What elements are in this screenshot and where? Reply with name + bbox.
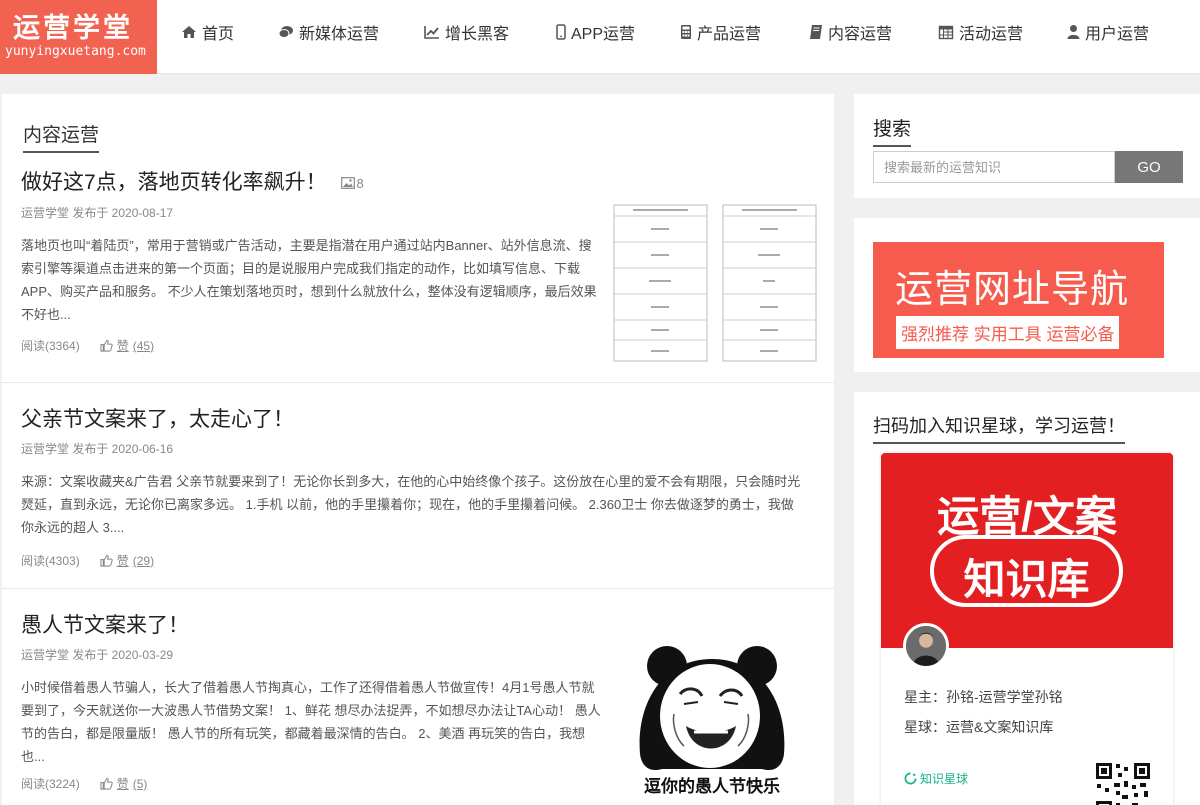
image-count-badge: 8 — [341, 176, 364, 191]
site-header: 运营学堂 yunyingxuetang.com 首页 新媒体运营 增长黑客 AP… — [0, 0, 1200, 74]
like-button[interactable]: 赞 (29) — [100, 552, 154, 569]
logo-text: 运营学堂 — [13, 6, 133, 45]
thumbs-up-icon — [100, 777, 113, 790]
banner-title: 运营网址导航 — [895, 258, 1129, 313]
like-button[interactable]: 赞 (5) — [100, 775, 148, 792]
user-icon — [1067, 24, 1080, 40]
post-excerpt: 小时候借着愚人节骗人，长大了借着愚人节掏真心，工作了还得借着愚人节做宣传！4月1… — [21, 676, 601, 768]
image-icon — [341, 177, 355, 189]
home-icon — [181, 24, 197, 40]
planet-logo-icon — [904, 772, 917, 785]
like-label: 赞 — [117, 552, 129, 569]
nav-item-label: 内容运营 — [828, 20, 892, 44]
calendar-icon — [938, 24, 954, 40]
planet-brand-label: 知识星球 — [920, 770, 968, 787]
nav-item-label: 产品运营 — [697, 20, 761, 44]
thumbs-up-icon — [100, 554, 113, 567]
ops-nav-banner[interactable]: 运营网址导航 强烈推荐 实用工具 运营必备 — [873, 242, 1164, 358]
post-stats: 阅读(4303) 赞 (29) — [21, 552, 154, 569]
post-title[interactable]: 做好这7点，落地页转化率飙升！ — [21, 171, 327, 194]
card-pill: 知识库 — [930, 535, 1123, 607]
nav-item-product[interactable]: 产品运营 — [680, 20, 761, 44]
search-title: 搜索 — [873, 114, 911, 147]
nav-item-home[interactable]: 首页 — [181, 20, 234, 44]
post-title[interactable]: 愚人节文案来了！ — [21, 609, 189, 639]
like-count: (5) — [133, 777, 148, 791]
post-excerpt: 来源：文案收藏夹&广告君 父亲节就要来到了！无论你长到多大，在他的心中始终像个孩… — [21, 470, 806, 539]
search-input[interactable] — [873, 151, 1115, 183]
card-subheading: 知识库 — [934, 546, 1119, 607]
qr-code-image — [1094, 761, 1152, 805]
post-meta: 运营学堂 发布于 2020-08-17 — [21, 204, 173, 221]
read-count: 阅读(3224) — [21, 775, 80, 792]
nav-item-label: APP运营 — [571, 20, 635, 44]
read-count: 阅读(3364) — [21, 337, 80, 354]
line-chart-icon — [424, 24, 440, 40]
nav-item-growth-hacker[interactable]: 增长黑客 — [424, 20, 509, 44]
like-count: (29) — [133, 554, 154, 568]
post-meta: 运营学堂 发布于 2020-06-16 — [21, 440, 173, 457]
planet-name: 星球：运营&文案知识库 — [904, 717, 1053, 737]
planet-owner: 星主：孙铭-运营学堂孙铭 — [904, 687, 1063, 707]
post-item: 愚人节文案来了！ 运营学堂 发布于 2020-03-29 小时候借着愚人节骗人，… — [2, 589, 834, 805]
like-label: 赞 — [117, 337, 129, 354]
planet-card-cover: 运营/文案 知识库 — [881, 453, 1173, 648]
post-item: 做好这7点，落地页转化率飙升！ 8 运营学堂 发布于 2020-08-17 落地… — [2, 154, 834, 383]
calculator-icon — [680, 24, 692, 40]
post-meta: 运营学堂 发布于 2020-03-29 — [21, 646, 173, 663]
book-icon — [809, 24, 823, 40]
search-widget: 搜索 GO — [854, 94, 1200, 198]
nav-item-new-media[interactable]: 新媒体运营 — [278, 20, 379, 44]
nav-item-label: 用户运营 — [1085, 20, 1149, 44]
like-label: 赞 — [117, 775, 129, 792]
post-title-wrap: 做好这7点，落地页转化率飙升！ 8 — [21, 166, 364, 196]
read-count: 阅读(4303) — [21, 552, 80, 569]
mobile-icon — [556, 24, 566, 40]
post-list: 内容运营 做好这7点，落地页转化率飙升！ 8 运营学堂 发布于 2020-08-… — [2, 94, 834, 805]
nav-banner-widget: 运营网址导航 强烈推荐 实用工具 运营必备 — [854, 218, 1200, 372]
planet-title: 扫码加入知识星球，学习运营！ — [873, 412, 1125, 444]
meme-caption: 逗你的愚人节快乐 — [632, 772, 792, 797]
like-button[interactable]: 赞 (45) — [100, 337, 154, 354]
planet-card[interactable]: 运营/文案 知识库 星主：孙铭-运营学堂孙铭 星球：运营&文案知识库 知识星球 — [881, 453, 1173, 805]
like-count: (45) — [133, 339, 154, 353]
post-stats: 阅读(3224) 赞 (5) — [21, 775, 147, 792]
post-thumbnail[interactable] — [613, 204, 817, 362]
post-excerpt: 落地页也叫“着陆页”，常用于营销或广告活动，主要是指潜在用户通过站内Banner… — [21, 234, 601, 326]
avatar — [903, 623, 949, 669]
thumbs-up-icon — [100, 339, 113, 352]
post-stats: 阅读(3364) 赞 (45) — [21, 337, 154, 354]
image-count: 8 — [357, 176, 364, 191]
logo-domain: yunyingxuetang.com — [5, 44, 146, 59]
post-title[interactable]: 父亲节文案来了，太走心了！ — [21, 403, 294, 433]
banner-subtitle: 强烈推荐 实用工具 运营必备 — [896, 316, 1119, 349]
panda-meme-thumbnail[interactable]: 逗你的愚人节快乐 — [632, 644, 792, 800]
nav-item-content[interactable]: 内容运营 — [809, 20, 892, 44]
nav-item-label: 活动运营 — [959, 20, 1023, 44]
section-title: 内容运营 — [23, 120, 99, 153]
planet-brand: 知识星球 — [904, 770, 968, 787]
search-button[interactable]: GO — [1115, 151, 1183, 183]
nav-item-activity[interactable]: 活动运营 — [938, 20, 1023, 44]
chat-icon — [278, 24, 294, 40]
site-logo[interactable]: 运营学堂 yunyingxuetang.com — [0, 0, 157, 74]
nav-item-label: 首页 — [202, 20, 234, 44]
knowledge-planet-widget: 扫码加入知识星球，学习运营！ 运营/文案 知识库 星主：孙铭-运营学堂孙铭 星球… — [854, 392, 1200, 805]
nav-item-app[interactable]: APP运营 — [556, 20, 635, 44]
post-item: 父亲节文案来了，太走心了！ 运营学堂 发布于 2020-06-16 来源：文案收… — [2, 383, 834, 589]
nav-item-user[interactable]: 用户运营 — [1067, 20, 1149, 44]
nav-item-label: 增长黑客 — [445, 20, 509, 44]
nav-item-label: 新媒体运营 — [299, 20, 379, 44]
